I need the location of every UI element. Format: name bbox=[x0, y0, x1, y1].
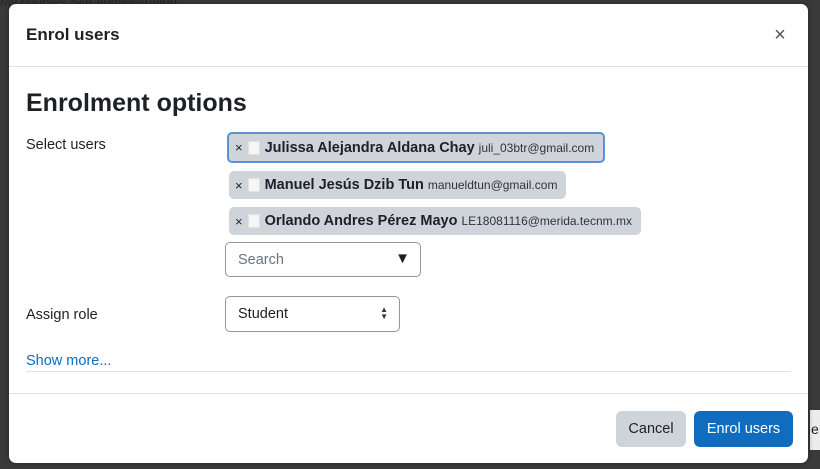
modal-body: Enrolment options Select users × Julissa… bbox=[9, 67, 808, 393]
chip-user-email: LE18081116@merida.tecnm.mx bbox=[461, 214, 632, 228]
assign-role-select[interactable]: Student ▲ ▼ bbox=[225, 296, 400, 332]
selected-user-chip[interactable]: × Orlando Andres Pérez Mayo LE18081116@m… bbox=[229, 207, 641, 235]
search-placeholder: Search bbox=[238, 252, 284, 268]
role-select-value: Student bbox=[238, 306, 288, 322]
user-avatar-icon bbox=[247, 140, 260, 155]
modal-header: Enrol users × bbox=[9, 4, 808, 67]
chip-user-name: Julissa Alejandra Aldana Chay bbox=[264, 139, 475, 156]
chip-user-name: Orlando Andres Pérez Mayo bbox=[264, 213, 458, 229]
background-page-strip: e bbox=[810, 410, 820, 450]
dropdown-caret-icon[interactable]: ▼ bbox=[395, 250, 410, 267]
remove-user-icon[interactable]: × bbox=[235, 178, 243, 193]
divider bbox=[26, 371, 791, 372]
cancel-button[interactable]: Cancel bbox=[616, 411, 686, 447]
enrol-users-button[interactable]: Enrol users bbox=[694, 411, 793, 447]
remove-user-icon[interactable]: × bbox=[235, 140, 243, 155]
selected-user-chip[interactable]: × Julissa Alejandra Aldana Chay juli_03b… bbox=[227, 132, 606, 163]
chip-user-name: Manuel Jesús Dzib Tun bbox=[264, 177, 424, 193]
selected-user-chip[interactable]: × Manuel Jesús Dzib Tun manueldtun@gmail… bbox=[229, 171, 567, 199]
modal-footer: Cancel Enrol users bbox=[9, 393, 808, 463]
remove-user-icon[interactable]: × bbox=[235, 214, 243, 229]
chip-user-email: manueldtun@gmail.com bbox=[427, 178, 558, 192]
user-search-input[interactable]: Search ▼ bbox=[225, 242, 421, 277]
enrol-users-modal: Enrol users × Enrolment options Select u… bbox=[9, 4, 808, 463]
select-arrows-icon: ▲ ▼ bbox=[380, 305, 388, 321]
user-avatar-icon bbox=[247, 178, 260, 192]
background-fragment: e bbox=[811, 421, 819, 437]
close-icon[interactable]: × bbox=[771, 25, 789, 45]
assign-role-label: Assign role bbox=[26, 307, 98, 323]
user-avatar-icon bbox=[247, 214, 260, 228]
modal-title: Enrol users bbox=[26, 25, 120, 44]
show-more-link[interactable]: Show more... bbox=[26, 353, 111, 369]
select-users-label: Select users bbox=[26, 137, 106, 153]
section-title: Enrolment options bbox=[26, 89, 247, 117]
chip-user-email: juli_03btr@gmail.com bbox=[478, 140, 595, 155]
